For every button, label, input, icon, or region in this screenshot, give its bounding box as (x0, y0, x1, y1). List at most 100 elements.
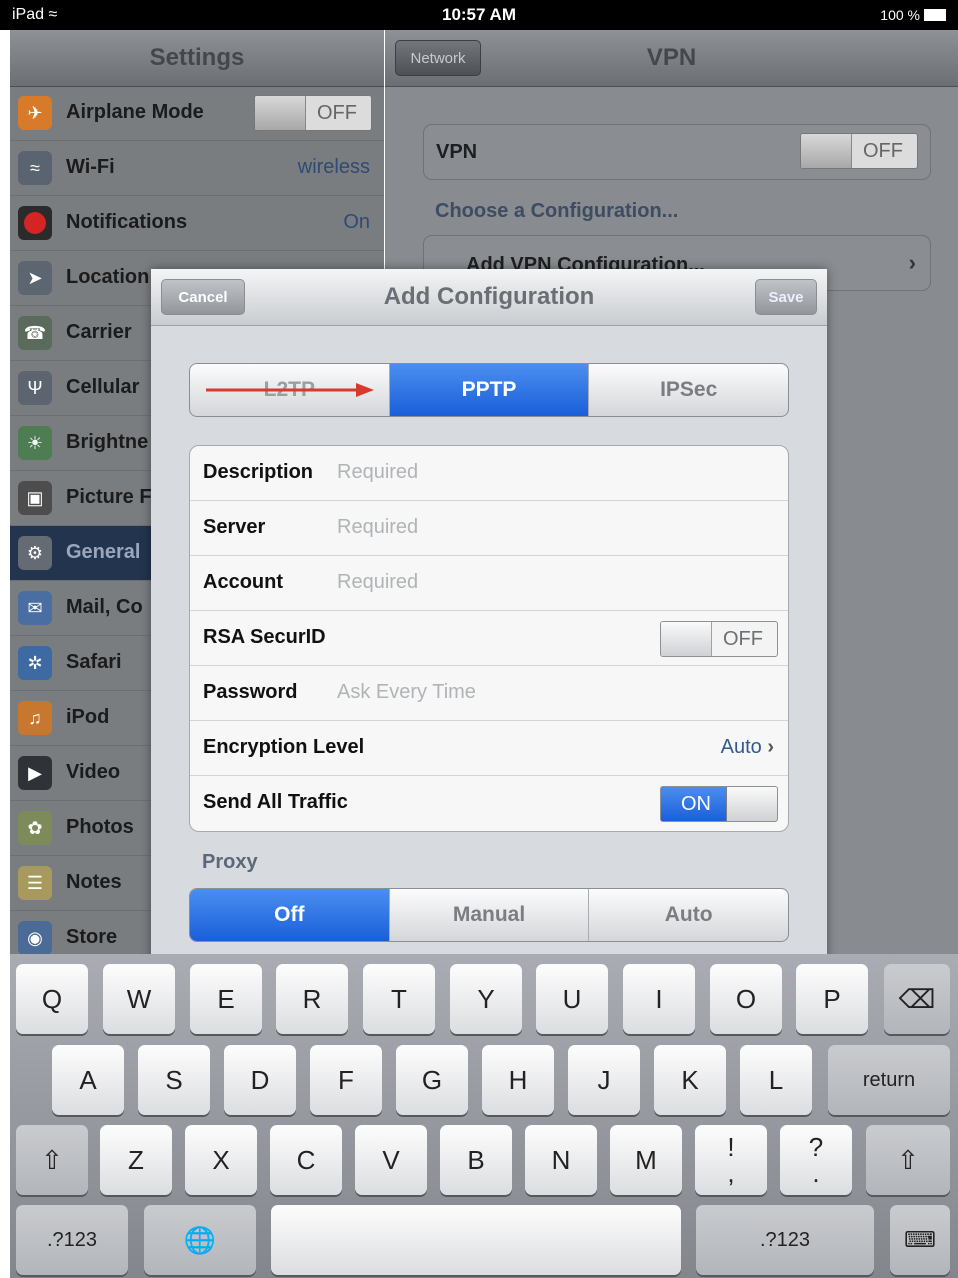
password-row[interactable]: Password Ask Every Time (190, 666, 788, 721)
key-f[interactable]: F (310, 1045, 382, 1115)
vpn-title: VPN (646, 44, 697, 71)
globe-key[interactable]: 🌐 (144, 1205, 256, 1275)
settings-item-label: Safari (66, 651, 122, 673)
key-x[interactable]: X (185, 1125, 257, 1195)
notifications-value: On (343, 211, 370, 233)
server-label: Server (203, 516, 266, 538)
encryption-level-row[interactable]: Encryption Level Auto › (190, 721, 788, 776)
key-l[interactable]: L (740, 1045, 812, 1115)
key-m[interactable]: M (610, 1125, 682, 1195)
return-key[interactable]: return (828, 1045, 950, 1115)
key-k[interactable]: K (654, 1045, 726, 1115)
account-field[interactable]: Required (337, 571, 418, 594)
settings-item-label: Mail, Co (66, 596, 143, 618)
send-all-traffic-toggle[interactable]: ON (660, 786, 778, 822)
vpn-label: VPN (436, 141, 478, 163)
key-z[interactable]: Z (100, 1125, 172, 1195)
settings-item-notifications[interactable]: Notifications On (10, 196, 384, 251)
backspace-key[interactable]: ⌫ (884, 964, 950, 1034)
encryption-level-label: Encryption Level (203, 736, 365, 758)
tab-l2tp[interactable]: L2TP (190, 364, 390, 416)
key-g[interactable]: G (396, 1045, 468, 1115)
video-icon: ▶ (18, 756, 52, 790)
key-i[interactable]: I (623, 964, 695, 1034)
key-o[interactable]: O (710, 964, 782, 1034)
key-c[interactable]: C (270, 1125, 342, 1195)
key-v[interactable]: V (355, 1125, 427, 1195)
key-e[interactable]: E (190, 964, 262, 1034)
picture-frame-icon: ▣ (18, 481, 52, 515)
hide-keyboard-key[interactable]: ⌨ (890, 1205, 950, 1275)
chevron-right-icon: › (767, 736, 774, 758)
settings-item-label: Notifications (66, 211, 188, 233)
vpn-settings-form: Description Required Server Required Acc… (189, 445, 789, 832)
settings-title: Settings (149, 44, 245, 71)
tab-ipsec[interactable]: IPSec (589, 364, 788, 416)
key-j[interactable]: J (568, 1045, 640, 1115)
vpn-toggle[interactable]: OFF (800, 133, 918, 169)
settings-item-label: Carrier (66, 321, 132, 343)
settings-item-label: Brightne (66, 431, 149, 453)
key-b[interactable]: B (440, 1125, 512, 1195)
numbers-key-right[interactable]: .?123 (696, 1205, 874, 1275)
airplane-icon: ✈ (18, 96, 52, 130)
key-exclamation-comma[interactable]: !, (695, 1125, 767, 1195)
tab-pptp[interactable]: PPTP (389, 364, 590, 416)
vpn-toggle-row: VPN OFF (423, 124, 931, 180)
tab-proxy-auto[interactable]: Auto (589, 889, 788, 941)
key-w[interactable]: W (103, 964, 175, 1034)
settings-item-label: Cellular (66, 376, 140, 398)
key-d[interactable]: D (224, 1045, 296, 1115)
photos-icon: ✿ (18, 811, 52, 845)
proxy-section-label: Proxy (202, 851, 258, 873)
key-t[interactable]: T (363, 964, 435, 1034)
brightness-icon: ☀ (18, 426, 52, 460)
notifications-icon (18, 206, 52, 240)
key-n[interactable]: N (525, 1125, 597, 1195)
description-row[interactable]: Description Required (190, 446, 788, 501)
keyboard-dismiss-icon: ⌨ (904, 1227, 936, 1252)
key-a[interactable]: A (52, 1045, 124, 1115)
mail-icon: ✉ (18, 591, 52, 625)
settings-item-airplane-mode[interactable]: ✈ Airplane Mode OFF (10, 86, 384, 141)
save-button[interactable]: Save (755, 279, 817, 315)
settings-item-label: Video (66, 761, 121, 783)
notes-icon: ☰ (18, 866, 52, 900)
settings-item-wifi[interactable]: ≈ Wi-Fi wireless (10, 141, 384, 196)
key-y[interactable]: Y (450, 964, 522, 1034)
key-question-period[interactable]: ?. (780, 1125, 852, 1195)
clock: 10:57 AM (441, 5, 516, 24)
account-row[interactable]: Account Required (190, 556, 788, 611)
key-h[interactable]: H (482, 1045, 554, 1115)
settings-item-label: Picture F (66, 486, 152, 508)
key-p[interactable]: P (796, 964, 868, 1034)
settings-item-label: Photos (66, 816, 134, 838)
backspace-icon: ⌫ (898, 983, 936, 1014)
rsa-securid-toggle[interactable]: OFF (660, 621, 778, 657)
numbers-key-left[interactable]: .?123 (16, 1205, 128, 1275)
description-field[interactable]: Required (337, 461, 418, 484)
shift-key-left[interactable]: ⇧ (16, 1125, 88, 1195)
add-configuration-modal: Cancel Add Configuration Save L2TP PPTP … (151, 269, 827, 969)
settings-item-label: Location (66, 266, 150, 288)
airplane-mode-toggle[interactable]: OFF (254, 95, 372, 131)
server-field[interactable]: Required (337, 516, 418, 539)
encryption-level-value: Auto › (720, 736, 774, 758)
account-label: Account (203, 571, 283, 593)
location-icon: ➤ (18, 261, 52, 295)
key-q[interactable]: Q (16, 964, 88, 1034)
server-row[interactable]: Server Required (190, 501, 788, 556)
space-bar[interactable] (271, 1205, 681, 1275)
key-u[interactable]: U (536, 964, 608, 1034)
settings-item-label: Store (66, 926, 118, 948)
compass-icon: ✲ (18, 646, 52, 680)
key-s[interactable]: S (138, 1045, 210, 1115)
password-label: Password (203, 681, 298, 703)
key-r[interactable]: R (276, 964, 348, 1034)
shift-key-right[interactable]: ⇧ (866, 1125, 950, 1195)
settings-item-label: Notes (66, 871, 122, 893)
gear-icon: ⚙ (18, 536, 52, 570)
tab-proxy-manual[interactable]: Manual (390, 889, 590, 941)
password-field[interactable]: Ask Every Time (337, 681, 476, 704)
tab-proxy-off[interactable]: Off (190, 889, 390, 941)
